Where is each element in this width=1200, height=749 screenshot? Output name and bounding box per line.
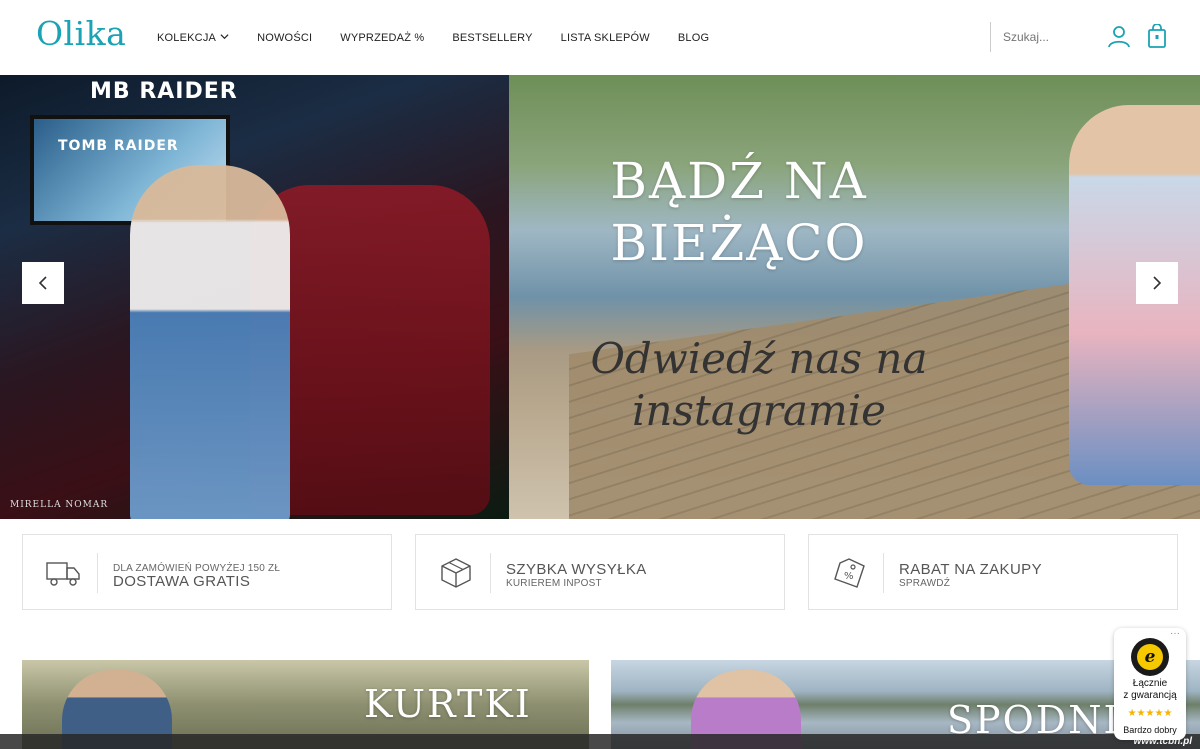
chevron-left-icon <box>38 276 47 290</box>
tag-icon: % <box>831 557 867 589</box>
trust-badge[interactable]: ··· e Łącznie z gwarancją ★★★★★ Bardzo d… <box>1114 628 1186 740</box>
hero-script-line2: instagramie <box>631 386 887 435</box>
star-rating-icon: ★★★★★ <box>1127 708 1173 719</box>
nav-item-blog[interactable]: BLOG <box>678 32 709 44</box>
search-box <box>990 22 1093 52</box>
brand-logo[interactable]: Olika <box>36 14 126 53</box>
feature-big-text: DOSTAWA GRATIS <box>113 573 251 590</box>
slider-next-button[interactable] <box>1136 262 1178 304</box>
nav-item-kolekcja[interactable]: KOLEKCJA <box>157 32 229 44</box>
trust-seal-letter: e <box>1137 644 1163 670</box>
hero-slider: MB RAIDER TOMB RAIDER MIRELLA NOMAR BĄDŹ… <box>0 75 1200 519</box>
hero-headline-line2: BIEŻĄCO <box>610 214 868 272</box>
hero-script-line1: Odwiedź nas na <box>590 334 928 383</box>
chevron-down-icon <box>220 32 229 43</box>
truck-icon <box>45 557 81 589</box>
trust-line1: Łącznie <box>1132 678 1168 689</box>
model-figure-right <box>1069 105 1200 485</box>
trust-seal-icon: e <box>1131 638 1169 676</box>
more-icon[interactable]: ··· <box>1170 628 1180 639</box>
hero-headline: BĄDŹ NA BIEŻĄCO <box>589 150 889 274</box>
bottom-overlay-bar <box>0 734 1200 749</box>
category-label: KURTKI <box>364 682 532 726</box>
photo-watermark: MIRELLA NOMAR <box>10 500 109 510</box>
hero-right-photo: BĄDŹ NA BIEŻĄCO Odwiedź nas na instagram… <box>509 75 1200 519</box>
feature-small-text: KURIEREM INPOST <box>506 578 602 589</box>
svg-text:%: % <box>844 571 854 582</box>
arcade-screen-title: TOMB RAIDER <box>58 138 179 154</box>
chevron-right-icon <box>1153 276 1162 290</box>
nav-item-label: KOLEKCJA <box>157 31 217 44</box>
feature-divider <box>883 553 884 593</box>
feature-free-delivery[interactable]: DLA ZAMÓWIEŃ POWYŻEJ 150 ZŁ DOSTAWA GRAT… <box>22 534 392 610</box>
user-account-icon[interactable] <box>1107 24 1131 48</box>
site-header: Olika KOLEKCJA NOWOŚCI WYPRZEDAŻ % BESTS… <box>0 0 1200 75</box>
box-icon <box>438 557 474 589</box>
feature-big-text: SZYBKA WYSYŁKA <box>506 561 647 578</box>
hero-left-photo: MB RAIDER TOMB RAIDER MIRELLA NOMAR <box>0 75 509 519</box>
search-input[interactable] <box>1003 30 1093 44</box>
feature-big-text: RABAT NA ZAKUPY <box>899 561 1042 578</box>
hero-script-text[interactable]: Odwiedź nas na instagramie <box>549 333 969 437</box>
shopping-bag-icon[interactable] <box>1147 23 1167 48</box>
slider-prev-button[interactable] <box>22 262 64 304</box>
nav-item-wyprzedaz[interactable]: WYPRZEDAŻ % <box>340 32 424 44</box>
trust-line2: z gwarancją <box>1123 690 1177 701</box>
feature-small-text: SPRAWDŹ <box>899 578 951 589</box>
trust-guarantee-text: Łącznie z gwarancją <box>1114 678 1186 702</box>
trust-rating-text: Bardzo dobry <box>1123 725 1177 735</box>
nav-item-lista-sklepow[interactable]: LISTA SKLEPÓW <box>561 32 650 44</box>
hero-headline-line1: BĄDŹ NA <box>610 152 868 210</box>
nav-item-bestsellery[interactable]: BESTSELLERY <box>452 32 532 44</box>
nav-item-nowosci[interactable]: NOWOŚCI <box>257 32 312 44</box>
feature-divider <box>97 553 98 593</box>
feature-discount[interactable]: % RABAT NA ZAKUPY SPRAWDŹ <box>808 534 1178 610</box>
arcade-top-sign: MB RAIDER <box>90 79 238 104</box>
main-nav: KOLEKCJA NOWOŚCI WYPRZEDAŻ % BESTSELLERY… <box>157 0 737 75</box>
feature-divider <box>490 553 491 593</box>
feature-fast-shipping[interactable]: SZYBKA WYSYŁKA KURIEREM INPOST <box>415 534 785 610</box>
model-figure <box>130 165 290 519</box>
